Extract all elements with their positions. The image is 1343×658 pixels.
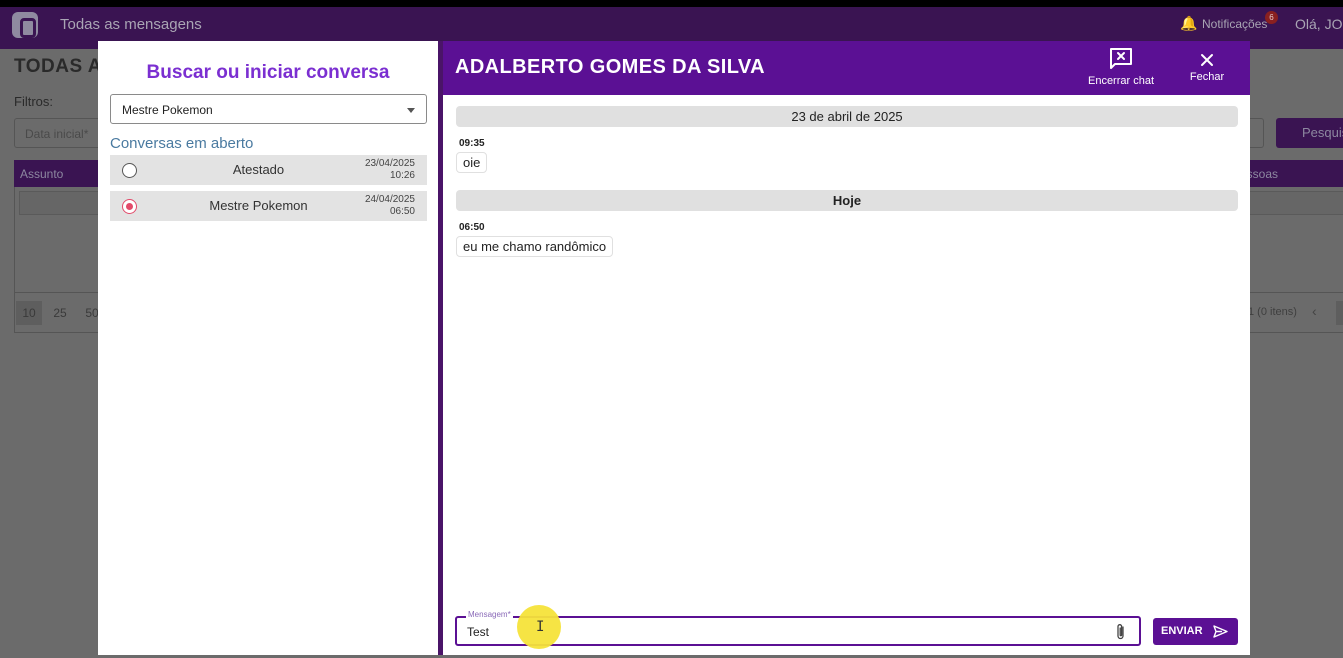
conversation-date: 23/04/2025 <box>364 158 415 169</box>
chat-pane: ADALBERTO GOMES DA SILVA Encerrar chat F… <box>443 41 1250 655</box>
user-greeting[interactable]: Olá, JON <box>1295 16 1343 32</box>
text-cursor-icon: I <box>536 619 545 635</box>
day-separator: 23 de abril de 2025 <box>456 106 1238 127</box>
page-size-25[interactable]: 25 <box>48 301 72 325</box>
message-bubble: oie <box>456 152 488 173</box>
close-label: Fechar <box>1189 71 1225 83</box>
conversation-timestamp: 23/04/2025 10:26 <box>365 158 415 182</box>
pager-info: 1 (0 itens) <box>1248 306 1297 318</box>
pager-next-button[interactable] <box>1336 301 1343 325</box>
chat-modal: Buscar ou iniciar conversa Mestre Pokemo… <box>98 41 1250 655</box>
message-field-label: Mensagem* <box>466 610 513 619</box>
radio-unselected-icon[interactable] <box>122 163 137 178</box>
conversation-name: Mestre Pokemon <box>209 198 308 213</box>
app-logo-icon[interactable] <box>12 12 38 38</box>
conversation-date: 24/04/2025 <box>364 194 415 205</box>
chat-header: ADALBERTO GOMES DA SILVA Encerrar chat F… <box>443 41 1250 95</box>
conversation-timestamp: 24/04/2025 06:50 <box>365 194 415 218</box>
send-button[interactable]: ENVIAR <box>1153 618 1238 645</box>
send-label: ENVIAR <box>1161 625 1203 637</box>
conversation-item-mestre-pokemon[interactable]: Mestre Pokemon 24/04/2025 06:50 <box>110 191 427 221</box>
search-conversation-title: Buscar ou iniciar conversa <box>146 62 390 83</box>
conversation-time: 06:50 <box>389 206 415 217</box>
message-time: 09:35 <box>459 138 485 149</box>
bell-icon[interactable]: 🔔 <box>1180 16 1197 31</box>
table-filter-row-right <box>1240 187 1343 217</box>
close-icon <box>1201 54 1213 66</box>
pager-divider-right <box>1240 292 1343 293</box>
conversation-item-atestado[interactable]: Atestado 23/04/2025 10:26 <box>110 155 427 185</box>
contact-select-value: Mestre Pokemon <box>122 103 213 117</box>
pager-divider <box>14 292 104 293</box>
end-chat-label: Encerrar chat <box>1087 75 1155 87</box>
table-filter-row <box>14 187 107 217</box>
column-header-people[interactable]: essoas <box>1240 160 1343 187</box>
send-icon <box>1213 625 1228 638</box>
attachment-icon[interactable] <box>1115 623 1127 641</box>
chevron-left-icon[interactable]: ‹ <box>1312 303 1317 319</box>
column-header-subject[interactable]: Assunto <box>14 160 104 187</box>
app-title: Todas as mensagens <box>60 16 202 33</box>
message-bubble: eu me chamo randômico <box>456 236 614 257</box>
end-chat-icon <box>1110 48 1132 69</box>
conversation-name: Atestado <box>232 162 285 177</box>
end-chat-button[interactable]: Encerrar chat <box>1083 47 1159 87</box>
contact-select[interactable]: Mestre Pokemon <box>110 94 427 124</box>
conversation-time: 10:26 <box>389 170 415 181</box>
start-date-field[interactable]: Data inicial* <box>14 118 104 148</box>
notifications-badge: 6 <box>1265 11 1278 24</box>
day-separator: Hoje <box>456 190 1238 211</box>
page-size-10[interactable]: 10 <box>16 301 42 325</box>
conversation-list-pane: Buscar ou iniciar conversa Mestre Pokemo… <box>98 41 438 655</box>
chat-contact-name: ADALBERTO GOMES DA SILVA <box>455 56 765 78</box>
caret-down-icon[interactable] <box>407 108 415 113</box>
open-conversations-label: Conversas em aberto <box>110 135 254 152</box>
notifications-link[interactable]: Notificações <box>1202 17 1267 31</box>
message-time: 06:50 <box>459 222 485 233</box>
filters-label: Filtros: <box>14 94 53 109</box>
close-button[interactable]: Fechar <box>1185 47 1229 83</box>
radio-selected-icon[interactable] <box>122 199 137 214</box>
search-button[interactable]: Pesquis <box>1276 118 1343 148</box>
